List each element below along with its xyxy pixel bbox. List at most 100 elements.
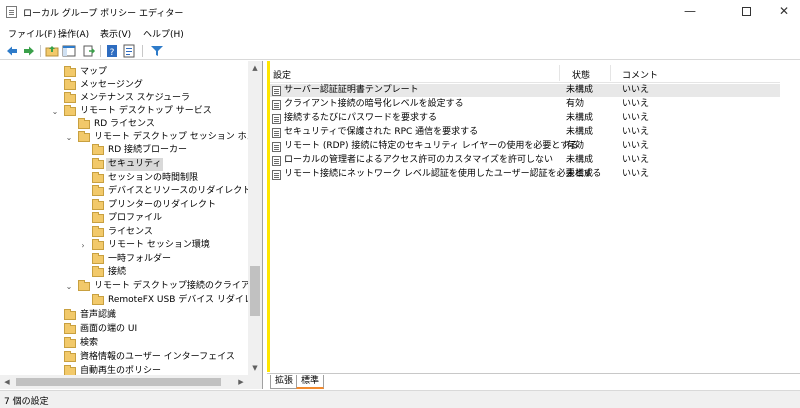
policy-row[interactable]: リモート接続にネットワーク レベル認証を使用したユーザー認証を必要とする 未構成 い… bbox=[270, 168, 780, 181]
folder-icon bbox=[92, 253, 104, 264]
tree-item-session-host[interactable]: ⌄ リモート デスクトップ セッション ホスト bbox=[0, 131, 262, 144]
tree-vertical-scrollbar[interactable]: ▲ ▼ bbox=[248, 61, 262, 375]
tree-item-rd-connection-client[interactable]: ⌄ リモート デスクトップ接続のクライアント bbox=[0, 280, 262, 293]
scroll-thumb[interactable] bbox=[16, 378, 221, 386]
tree-item-label: 音声認識 bbox=[80, 310, 117, 320]
tree-item-label: メンテナンス スケジューラ bbox=[80, 93, 191, 103]
title-bar: ローカル グループ ポリシー エディター — ✕ bbox=[0, 0, 800, 24]
column-header-setting[interactable]: 設定 bbox=[273, 68, 291, 81]
tree-item-temp-folders[interactable]: 一時フォルダー bbox=[0, 253, 248, 266]
tree-item-search[interactable]: 検索 bbox=[0, 337, 248, 350]
filter-icon[interactable] bbox=[150, 44, 164, 58]
folder-icon bbox=[92, 158, 104, 169]
folder-icon bbox=[64, 309, 76, 320]
scroll-thumb[interactable] bbox=[250, 266, 260, 316]
folder-icon bbox=[64, 337, 76, 348]
toolbar: ? bbox=[0, 42, 800, 60]
policy-comment: いいえ bbox=[622, 99, 650, 109]
tree-item-remote-desktop-services[interactable]: ⌄ リモート デスクトップ サービス bbox=[0, 105, 248, 118]
expand-chevron-icon[interactable]: ⌄ bbox=[64, 131, 74, 144]
tree-item-remotefx-usb[interactable]: RemoteFX USB デバイス リダイレクト bbox=[0, 294, 262, 307]
tab-standard[interactable]: 標準 bbox=[296, 375, 325, 389]
folder-icon bbox=[78, 280, 90, 291]
column-header-comment[interactable]: コメント bbox=[622, 68, 658, 81]
column-divider[interactable] bbox=[559, 65, 560, 81]
forward-arrow-icon[interactable] bbox=[22, 44, 36, 58]
tree-item-licensing[interactable]: ライセンス bbox=[0, 226, 248, 239]
folder-icon bbox=[64, 92, 76, 103]
tree-item-connections[interactable]: 接続 bbox=[0, 266, 248, 279]
tree-item-rd-license[interactable]: RD ライセンス bbox=[0, 118, 248, 131]
menu-action[interactable]: 操作(A) bbox=[58, 27, 89, 40]
scroll-left-arrow-icon[interactable]: ◀ bbox=[0, 375, 14, 389]
tree-item-label: デバイスとリソースのリダイレクト bbox=[108, 186, 252, 196]
policy-row[interactable]: クライアント接続の暗号化レベルを設定する 有効 いいえ bbox=[270, 98, 780, 111]
properties-icon[interactable] bbox=[122, 44, 136, 58]
folder-icon bbox=[64, 323, 76, 334]
scroll-up-arrow-icon[interactable]: ▲ bbox=[248, 61, 262, 75]
tree-item-session-time-limits[interactable]: セッションの時間制限 bbox=[0, 172, 248, 185]
toolbar-separator bbox=[100, 45, 101, 57]
folder-icon bbox=[92, 185, 104, 196]
policy-comment: いいえ bbox=[622, 169, 650, 179]
folder-icon bbox=[64, 105, 76, 116]
tree-item-security[interactable]: セキュリティ bbox=[0, 158, 248, 171]
policy-name: ローカルの管理者によるアクセス許可のカスタマイズを許可しない bbox=[284, 155, 554, 165]
policy-setting-icon bbox=[272, 128, 281, 138]
expand-chevron-icon[interactable]: ⌄ bbox=[64, 280, 74, 293]
folder-icon bbox=[92, 212, 104, 223]
policy-state: 未構成 bbox=[566, 155, 594, 165]
tree-item-edge-ui[interactable]: 画面の端の UI bbox=[0, 323, 248, 336]
tree-horizontal-scrollbar[interactable]: ◀ ▶ bbox=[0, 375, 262, 389]
settings-pane: 設定 状態 コメント サーバー認証証明書テンプレート 未構成 いいえ クライアント接… bbox=[267, 61, 800, 389]
tree-item-remote-session-environment[interactable]: › リモート セッション環境 bbox=[0, 239, 248, 252]
expand-chevron-icon[interactable]: › bbox=[78, 239, 88, 252]
policy-state: 未構成 bbox=[566, 127, 594, 137]
tree-item-messaging[interactable]: メッセージング bbox=[0, 79, 248, 92]
show-hide-tree-icon[interactable] bbox=[62, 44, 76, 58]
tree-item-profiles[interactable]: プロファイル bbox=[0, 212, 248, 225]
export-list-icon[interactable] bbox=[82, 44, 96, 58]
tree-item-speech-recognition[interactable]: 音声認識 bbox=[0, 309, 248, 322]
column-header-state[interactable]: 状態 bbox=[572, 68, 590, 81]
scroll-down-arrow-icon[interactable]: ▼ bbox=[248, 361, 262, 375]
tree-item-label: 資格情報のユーザー インターフェイス bbox=[80, 352, 235, 362]
policy-state: 未構成 bbox=[566, 85, 594, 95]
policy-row[interactable]: リモート (RDP) 接続に特定のセキュリティ レイヤーの使用を必要とする 有効 い… bbox=[270, 140, 780, 153]
expand-chevron-icon[interactable]: ⌄ bbox=[50, 105, 60, 118]
policy-row[interactable]: ローカルの管理者によるアクセス許可のカスタマイズを許可しない 未構成 いいえ bbox=[270, 154, 780, 167]
folder-icon bbox=[64, 66, 76, 77]
window-title: ローカル グループ ポリシー エディター bbox=[23, 9, 184, 19]
tree-item-credential-ui[interactable]: 資格情報のユーザー インターフェイス bbox=[0, 351, 248, 364]
back-arrow-icon[interactable] bbox=[5, 44, 19, 58]
folder-icon bbox=[64, 79, 76, 90]
tab-extended[interactable]: 拡張 bbox=[270, 375, 299, 389]
toolbar-separator bbox=[142, 45, 143, 57]
policy-name: サーバー認証証明書テンプレート bbox=[284, 85, 419, 95]
tree-item-map[interactable]: マップ bbox=[0, 66, 248, 79]
tree-item-maintenance-scheduler[interactable]: メンテナンス スケジューラ bbox=[0, 92, 248, 105]
help-icon[interactable]: ? bbox=[105, 44, 119, 58]
policy-name: セキュリティで保護された RPC 通信を要求する bbox=[284, 127, 479, 137]
policy-row[interactable]: 接続するたびにパスワードを要求する 未構成 いいえ bbox=[270, 112, 780, 125]
minimize-button[interactable]: — bbox=[668, 0, 712, 24]
menu-file[interactable]: ファイル(F) bbox=[8, 27, 56, 40]
tree-item-rd-connection-broker[interactable]: RD 接続ブローカー bbox=[0, 144, 248, 157]
tree-item-printer-redirection[interactable]: プリンターのリダイレクト bbox=[0, 199, 248, 212]
policy-row[interactable]: サーバー認証証明書テンプレート 未構成 いいえ bbox=[270, 84, 780, 97]
scroll-right-arrow-icon[interactable]: ▶ bbox=[234, 375, 248, 389]
tree-item-label: リモート デスクトップ接続のクライアント bbox=[94, 281, 263, 291]
close-button[interactable]: ✕ bbox=[762, 0, 800, 24]
folder-icon bbox=[78, 118, 90, 129]
policy-row[interactable]: セキュリティで保護された RPC 通信を要求する 未構成 いいえ bbox=[270, 126, 780, 139]
up-folder-icon[interactable] bbox=[45, 44, 59, 58]
menu-help[interactable]: ヘルプ(H) bbox=[143, 27, 184, 40]
column-divider[interactable] bbox=[610, 65, 611, 81]
menu-view[interactable]: 表示(V) bbox=[100, 27, 131, 40]
policy-name: 接続するたびにパスワードを要求する bbox=[284, 113, 438, 123]
policy-state: 有効 bbox=[566, 141, 585, 151]
tree-item-label: 接続 bbox=[108, 267, 127, 277]
tree-item-label: プリンターのリダイレクト bbox=[108, 200, 217, 210]
tree-item-device-resource-redirection[interactable]: デバイスとリソースのリダイレクト bbox=[0, 185, 252, 198]
tree-item-label: セッションの時間制限 bbox=[108, 173, 199, 183]
